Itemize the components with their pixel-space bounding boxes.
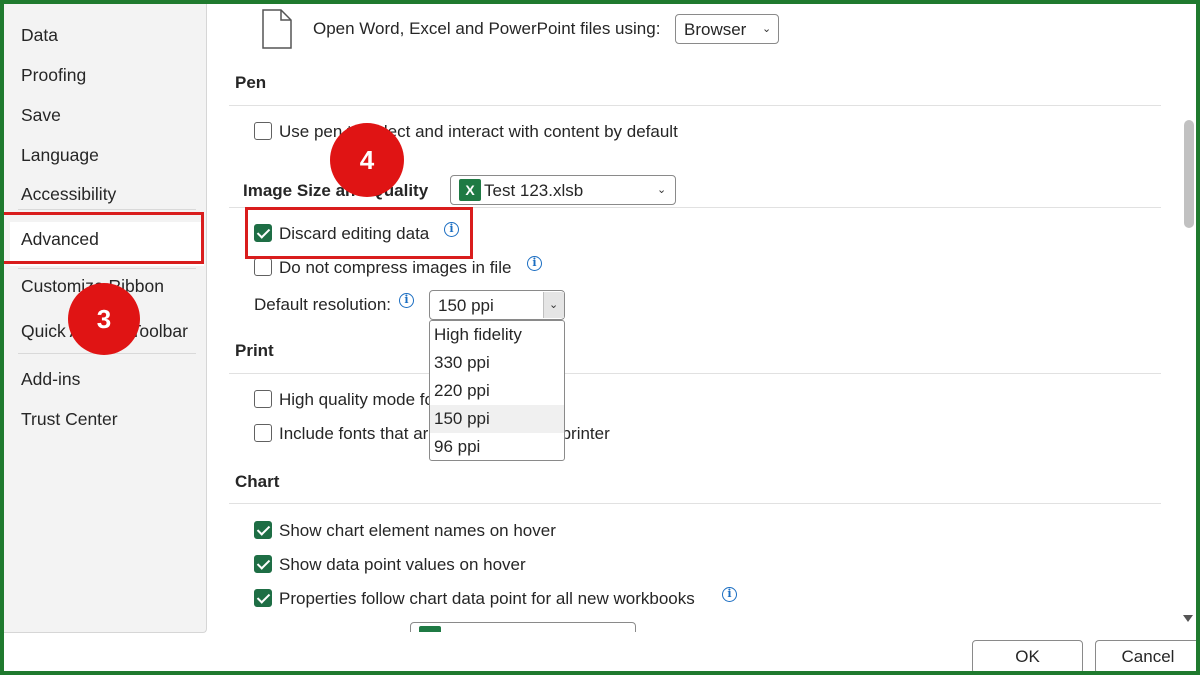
include-fonts-checkbox[interactable] [254,424,272,442]
info-icon[interactable]: i [399,293,414,308]
step-marker-4: 4 [330,123,404,197]
chart-element-names-label: Show chart element names on hover [279,521,556,540]
scroll-down-arrow-icon[interactable] [1183,615,1193,622]
sidebar-item-add-ins[interactable]: Add-ins [21,369,80,390]
resolution-dropdown-list: High fidelity 330 ppi 220 ppi 150 ppi 96… [429,320,565,461]
chart-element-names-checkbox[interactable] [254,521,272,539]
section-divider [229,105,1161,106]
sidebar-item-save[interactable]: Save [21,105,61,126]
chevron-down-icon: ⌄ [762,23,772,35]
chart-workbook-select[interactable]: X [410,622,636,632]
data-point-values-label: Show data point values on hover [279,555,526,574]
section-pen: Pen [235,73,267,92]
sidebar-cut-item [21,0,81,5]
resolution-option[interactable]: High fidelity [430,321,564,349]
ok-button[interactable]: OK [972,640,1083,674]
resolution-option-selected[interactable]: 150 ppi [430,405,564,433]
high-quality-checkbox[interactable] [254,390,272,408]
sidebar-divider [18,268,196,269]
discard-highlight-box [245,207,473,259]
document-icon [262,9,292,49]
excel-icon: X [459,179,481,201]
excel-icon: X [419,626,441,632]
properties-follow-label: Properties follow chart data point for a… [279,589,695,608]
properties-follow-checkbox[interactable] [254,589,272,607]
default-resolution-value: 150 ppi [438,296,494,315]
image-workbook-value: Test 123.xlsb [484,181,584,200]
sidebar-item-data[interactable]: Data [21,25,58,46]
section-print: Print [235,341,274,360]
chevron-down-icon: ⌄ [657,184,667,196]
section-chart: Chart [235,472,280,491]
info-icon[interactable]: i [527,256,542,271]
resolution-option[interactable]: 220 ppi [430,377,564,405]
default-resolution-select[interactable]: 150 ppi ⌄ [429,290,565,320]
advanced-highlight-box [0,212,204,264]
sidebar-item-trust-center[interactable]: Trust Center [21,409,118,430]
sidebar-divider [18,209,196,210]
no-compress-checkbox[interactable] [254,258,272,276]
image-workbook-select[interactable]: X Test 123.xlsb ⌄ [450,175,676,205]
use-pen-checkbox[interactable] [254,122,272,140]
default-resolution-label: Default resolution: [254,295,392,314]
clipped-row: X [206,620,1180,632]
resolution-option[interactable]: 330 ppi [430,349,564,377]
scrollbar-thumb[interactable] [1184,120,1194,228]
data-point-values-checkbox[interactable] [254,555,272,573]
resolution-option[interactable]: 96 ppi [430,433,564,461]
chevron-down-icon: ⌄ [549,299,559,311]
dropdown-button[interactable]: ⌄ [543,292,564,318]
no-compress-label: Do not compress images in file [279,258,512,277]
sidebar-item-accessibility[interactable]: Accessibility [21,184,116,205]
open-files-value: Browser [684,20,747,39]
open-files-label: Open Word, Excel and PowerPoint files us… [313,19,661,38]
cancel-button[interactable]: Cancel [1095,640,1200,674]
sidebar-item-proofing[interactable]: Proofing [21,65,86,86]
sidebar-item-language[interactable]: Language [21,145,99,166]
info-icon[interactable]: i [722,587,737,602]
section-divider [229,373,1161,374]
scrollbar[interactable] [1180,4,1196,632]
section-image-quality: Image Size and Quality [243,181,429,200]
section-divider [229,503,1161,504]
step-marker-3: 3 [68,283,140,355]
open-files-select[interactable]: Browser ⌄ [675,14,779,44]
